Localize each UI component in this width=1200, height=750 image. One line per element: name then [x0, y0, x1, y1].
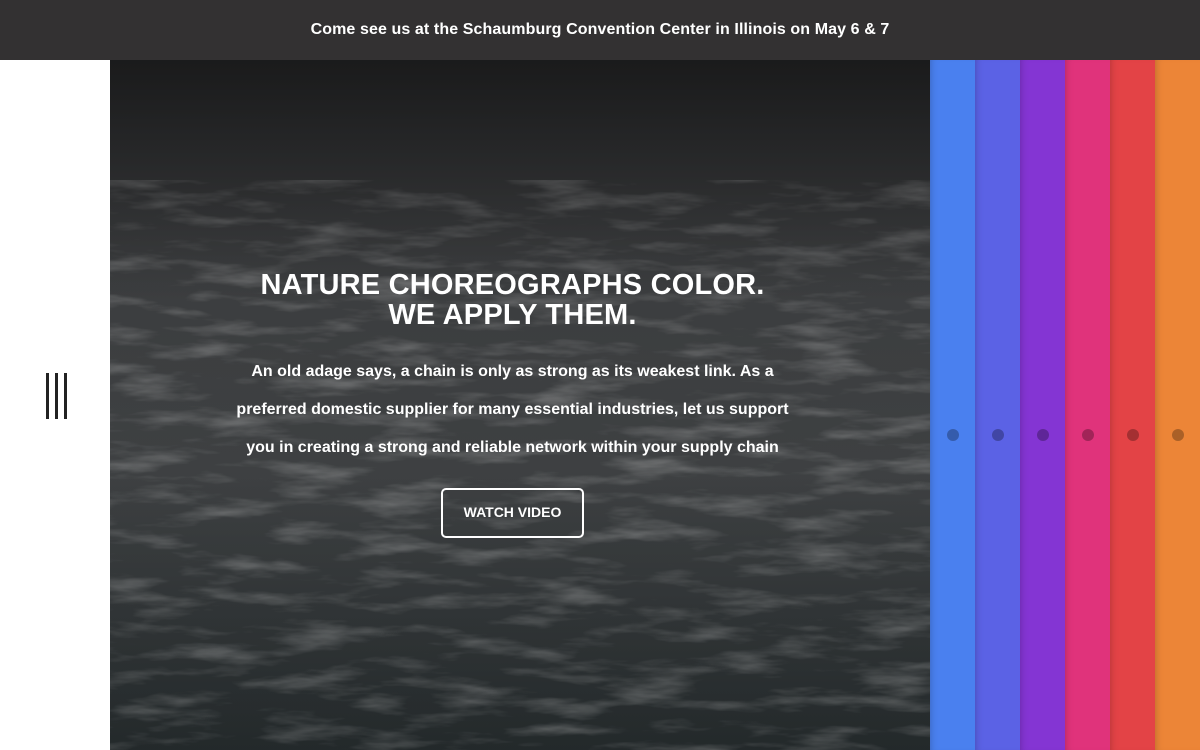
- panel-dot-icon: [947, 429, 959, 441]
- hero-title-line-1: NATURE CHOREOGRAPHS COLOR.: [260, 269, 765, 301]
- menu-bar-1: [46, 373, 49, 419]
- announcement-bar: Come see us at the Schaumburg Convention…: [0, 0, 1200, 60]
- color-panel-5[interactable]: [1110, 60, 1155, 750]
- panel-dot-icon: [1082, 429, 1094, 441]
- color-panel-3[interactable]: [1020, 60, 1065, 750]
- side-rail: [0, 60, 110, 750]
- color-panel-6[interactable]: [1155, 60, 1200, 750]
- color-panel-2[interactable]: [975, 60, 1020, 750]
- announcement-text: Come see us at the Schaumburg Convention…: [310, 21, 890, 38]
- color-panels: [930, 60, 1200, 750]
- panel-dot-icon: [1127, 429, 1139, 441]
- menu-bars-icon[interactable]: [44, 373, 72, 421]
- color-panel-4[interactable]: [1065, 60, 1110, 750]
- panel-dot-icon: [1037, 429, 1049, 441]
- panel-dot-icon: [992, 429, 1004, 441]
- color-panel-1[interactable]: [930, 60, 975, 750]
- hero-title-line-2: WE APPLY THEM.: [388, 299, 637, 331]
- hero-description: An old adage says, a chain is only as st…: [236, 363, 789, 456]
- hero-section: NATURE CHOREOGRAPHS COLOR. WE APPLY THEM…: [110, 60, 930, 750]
- watch-video-button[interactable]: WATCH VIDEO: [441, 488, 584, 538]
- hero-title: NATURE CHOREOGRAPHS COLOR. WE APPLY THEM…: [230, 270, 795, 330]
- panel-dot-icon: [1172, 429, 1184, 441]
- menu-bar-2: [55, 373, 58, 419]
- menu-bar-3: [64, 373, 67, 419]
- hero-content: NATURE CHOREOGRAPHS COLOR. WE APPLY THEM…: [230, 270, 795, 538]
